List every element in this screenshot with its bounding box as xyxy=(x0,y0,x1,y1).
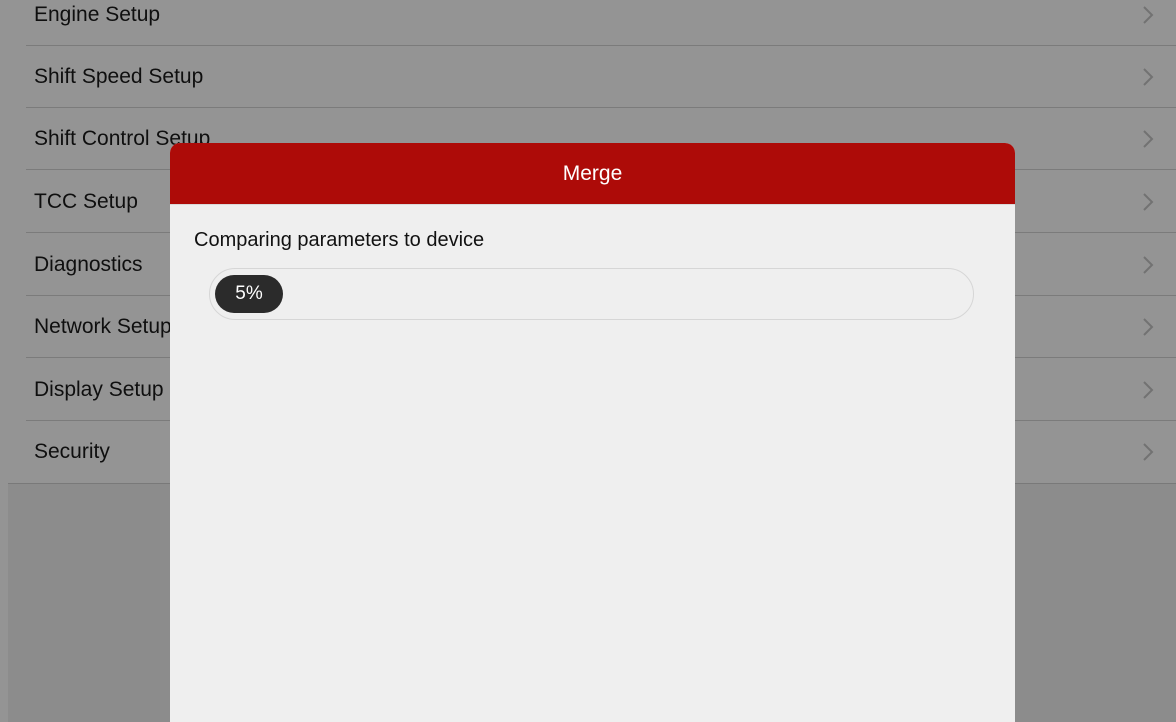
dialog-title: Merge xyxy=(170,143,1015,205)
merge-dialog: Merge Comparing parameters to device 5% xyxy=(170,143,1015,722)
progress-bar: 5% xyxy=(209,268,974,320)
progress-fill: 5% xyxy=(215,275,283,313)
status-text: Comparing parameters to device xyxy=(194,229,485,251)
screen: Engine Setup Shift Speed Setup Shift Con… xyxy=(0,0,1176,722)
